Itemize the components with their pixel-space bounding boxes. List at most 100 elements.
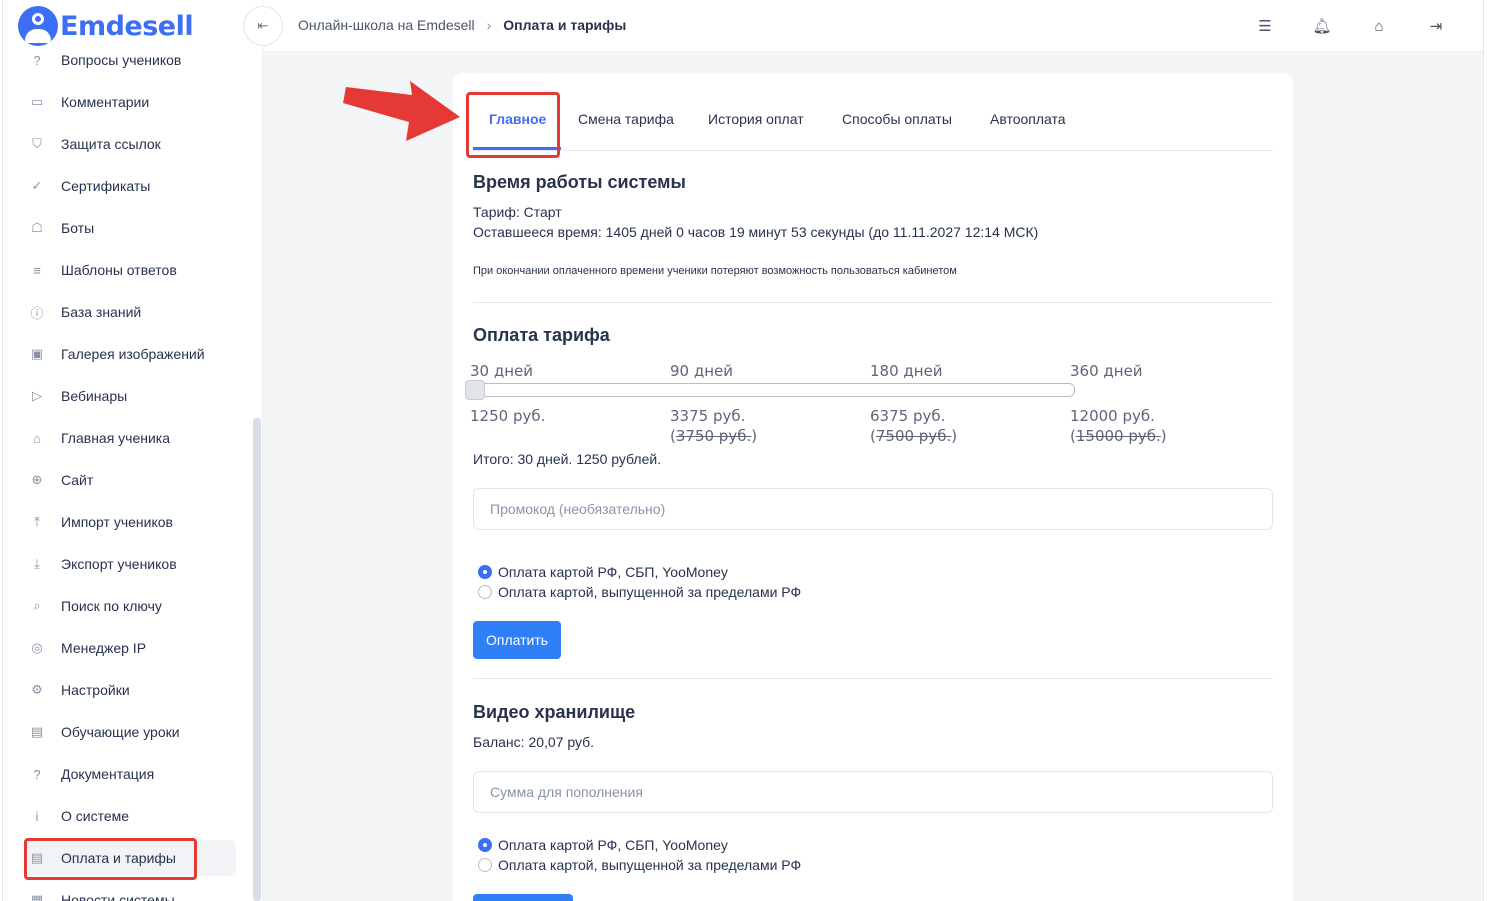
globe-icon: ⊕ (31, 472, 43, 487)
logout-icon[interactable]: ⇥ (1424, 14, 1448, 38)
sidebar-item[interactable]: ▭ Комментарии (26, 84, 236, 120)
sidebar-item-label: Галерея изображений (61, 346, 205, 362)
sidebar-item[interactable]: ✓ Сертификаты (26, 168, 236, 204)
tariff-name: Тариф: Старт (473, 204, 562, 220)
sidebar-item-label: О системе (61, 808, 130, 824)
sidebar-item-label: Комментарии (61, 94, 150, 110)
remaining-time: Оставшееся время: 1405 дней 0 часов 19 м… (473, 224, 1039, 240)
target-icon: ◎ (31, 640, 43, 655)
sidebar-border (2, 0, 3, 901)
sidebar-item[interactable]: ⌕ Поиск по ключу (26, 588, 236, 624)
period-old-price: (3750 руб.) (670, 427, 758, 445)
play-icon: ▷ (32, 388, 42, 403)
sidebar-item-label: Менеджер IP (61, 640, 147, 656)
system-time-title: Время работы системы (473, 172, 686, 192)
storage-method-foreign[interactable]: Оплата картой, выпущенной за пределами Р… (478, 857, 801, 873)
highlight-nav-annotation (24, 838, 197, 880)
sidebar-item[interactable]: ? Документация (26, 756, 236, 792)
sidebar-item-label: Поиск по ключу (61, 598, 162, 614)
tab-change-tariff[interactable]: Смена тарифа (578, 111, 674, 127)
breadcrumb-current: Оплата и тарифы (503, 17, 627, 33)
sidebar-item-label: База знаний (61, 304, 142, 320)
sidebar-item[interactable]: i О системе (26, 798, 236, 834)
brand-logo[interactable]: Emdesell (18, 6, 194, 46)
radio-unchecked[interactable] (478, 585, 492, 599)
radio-checked[interactable] (478, 565, 492, 579)
period-price: 1250 руб. (470, 407, 546, 425)
breadcrumb-school[interactable]: Онлайн-школа на Emdesell (298, 17, 475, 33)
topup-button[interactable] (473, 894, 573, 901)
sidebar-item[interactable]: ▣ Галерея изображений (26, 336, 236, 372)
bell-icon[interactable]: 🔔︎ (1310, 14, 1334, 38)
sidebar-scrollbar[interactable] (253, 418, 261, 901)
period-label[interactable]: 360 дней (1070, 362, 1143, 380)
sidebar-item[interactable]: ⤓ Экспорт учеников (26, 546, 236, 582)
sidebar-item-label: Вебинары (61, 388, 128, 404)
sidebar-item[interactable]: ⤒ Импорт учеников (26, 504, 236, 540)
red-arrow-annotation (343, 81, 460, 141)
tab-autopay[interactable]: Автооплата (990, 111, 1066, 127)
video-storage-title: Видео хранилище (473, 702, 636, 722)
payment-total: Итого: 30 дней. 1250 рублей. (473, 451, 662, 467)
period-old-price: (15000 руб.) (1070, 427, 1167, 445)
download-icon: ⤓ (34, 556, 40, 571)
method-label: Оплата картой РФ, СБП, YooMoney (498, 564, 728, 580)
sidebar-item[interactable]: ▦ Новости системы (26, 882, 236, 901)
sliders-icon[interactable]: ☰ (1253, 14, 1277, 38)
period-label[interactable]: 90 дней (670, 362, 733, 380)
strikethrough-price: 3750 руб. (675, 427, 752, 445)
tab-payment-methods[interactable]: Способы оплаты (842, 111, 952, 127)
brand-name: Emdesell (60, 10, 194, 42)
collapse-icon: ⇤ (257, 18, 269, 33)
sidebar-item[interactable]: ▤ Обучающие уроки (26, 714, 236, 750)
sidebar-item[interactable]: ≡ Шаблоны ответов (26, 252, 236, 288)
sidebar-item[interactable]: ⛉ Защита ссылок (26, 126, 236, 162)
certificate-icon: ✓ (31, 178, 43, 193)
period-price: 3375 руб. (670, 407, 746, 425)
sidebar-item-label: Импорт учеников (61, 514, 173, 530)
sidebar: Emdesell ? Вопросы учеников ▭ Комментарии ⛉ З… (0, 0, 263, 901)
period-slider-track[interactable] (470, 383, 1075, 397)
question-square-icon: ? (33, 766, 41, 782)
breadcrumb: Онлайн-школа на Emdesell › Оплата и тари… (298, 17, 626, 33)
tabs: Главное Смена тарифа История оплат Спосо… (473, 101, 1273, 151)
sidebar-item[interactable]: ⓘ База знаний (26, 294, 236, 330)
period-old-price: (7500 руб.) (870, 427, 958, 445)
pay-button[interactable]: Оплатить (473, 621, 562, 659)
radio-unchecked[interactable] (478, 858, 492, 872)
radio-checked[interactable] (478, 838, 492, 852)
sidebar-item[interactable]: ⊕ Сайт (26, 462, 236, 498)
tab-payment-history[interactable]: История оплат (708, 111, 804, 127)
storage-method-ru[interactable]: Оплата картой РФ, СБП, YooMoney (478, 837, 728, 853)
period-label[interactable]: 180 дней (870, 362, 943, 380)
sidebar-item-label: Вопросы учеников (61, 52, 182, 68)
chevron-right-icon: › (486, 17, 492, 33)
logo-icon (18, 6, 58, 46)
sidebar-item[interactable]: ? Вопросы учеников (26, 42, 236, 78)
sidebar-item[interactable]: ⚙ Настройки (26, 672, 236, 708)
tariff-method-foreign[interactable]: Оплата картой, выпущенной за пределами Р… (478, 584, 801, 600)
home-settings-icon[interactable]: ⌂ (1367, 14, 1391, 38)
period-price: 12000 руб. (1070, 407, 1155, 425)
robot-icon: ☖ (31, 220, 43, 235)
tariff-method-ru[interactable]: Оплата картой РФ, СБП, YooMoney (478, 564, 728, 580)
tariff-payment-title: Оплата тарифа (473, 325, 610, 345)
divider (473, 678, 1273, 679)
sidebar-item[interactable]: ☖ Боты (26, 210, 236, 246)
collapse-sidebar-button[interactable]: ⇤ (243, 6, 283, 46)
question-circle-icon: ? (33, 52, 41, 68)
sidebar-item-label: Шаблоны ответов (61, 262, 177, 278)
search-icon: ⌕ (33, 598, 41, 613)
promo-code-input[interactable] (473, 488, 1273, 530)
method-label: Оплата картой, выпущенной за пределами Р… (498, 857, 802, 873)
topup-amount-input[interactable] (473, 771, 1273, 813)
method-label: Оплата картой, выпущенной за пределами Р… (498, 584, 802, 600)
sidebar-item[interactable]: ⌂ Главная ученика (26, 420, 236, 456)
sidebar-item-label: Экспорт учеников (61, 556, 177, 572)
upload-icon: ⤒ (34, 514, 40, 529)
period-slider-thumb[interactable] (465, 380, 485, 400)
list-icon: ≡ (33, 262, 41, 278)
period-label[interactable]: 30 дней (470, 362, 533, 380)
sidebar-item[interactable]: ▷ Вебинары (26, 378, 236, 414)
sidebar-item[interactable]: ◎ Менеджер IP (26, 630, 236, 666)
